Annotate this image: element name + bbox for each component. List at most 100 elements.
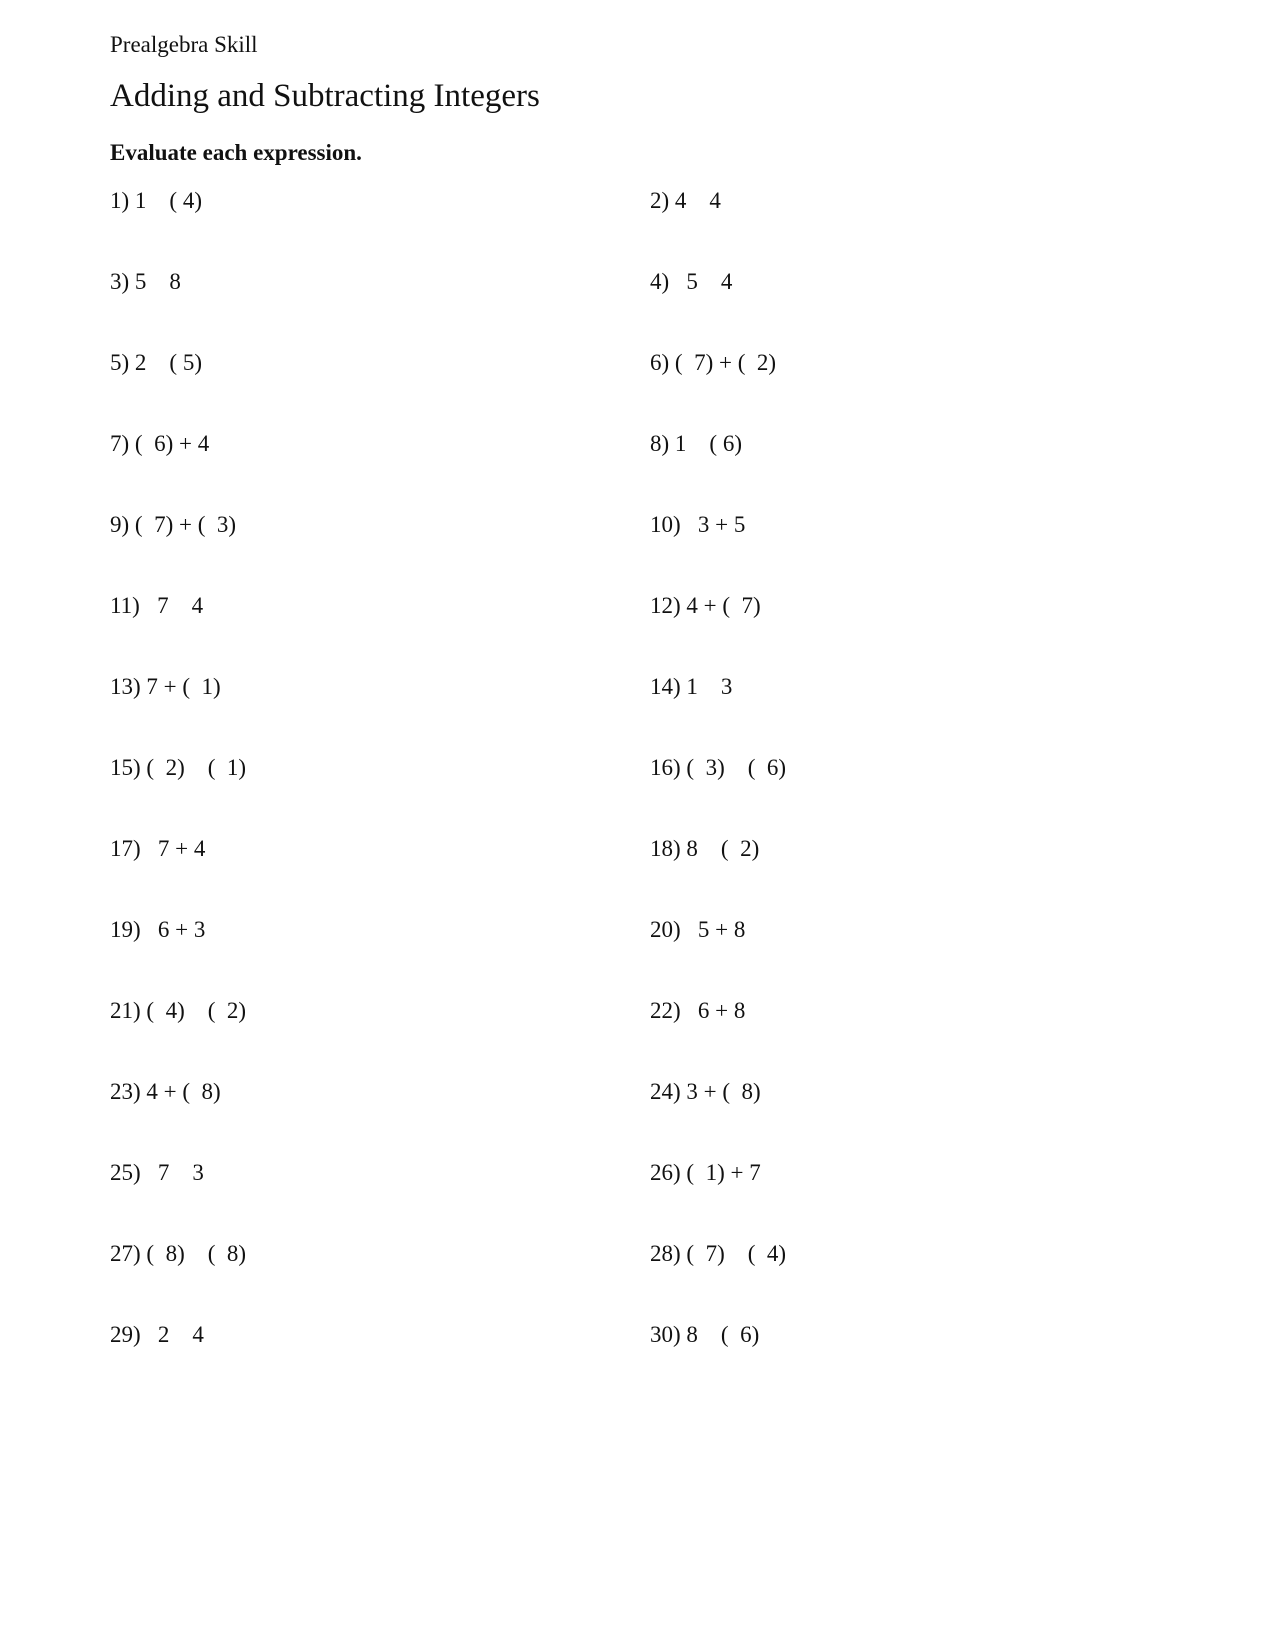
problem-item: 19) 6 + 3 bbox=[110, 917, 205, 943]
problem-number: 19) bbox=[110, 917, 141, 942]
problem-expression: 8 ( 6) bbox=[686, 1322, 760, 1347]
problem-expression: ( 1) + 7 bbox=[686, 1160, 761, 1185]
worksheet-instructions: Evaluate each expression. bbox=[110, 140, 362, 165]
problem-number: 26) bbox=[650, 1160, 681, 1185]
problem-item: 20) 5 + 8 bbox=[650, 917, 745, 943]
problem-item: 4) 5 4 bbox=[650, 269, 732, 295]
problem-number: 27) bbox=[110, 1241, 141, 1266]
problem-number: 4) bbox=[650, 269, 670, 294]
problem-expression: 4 + ( 8) bbox=[146, 1079, 221, 1104]
problem-item: 16) ( 3) ( 6) bbox=[650, 755, 786, 781]
problem-row: 29) 2 4 30) 8 ( 6) bbox=[110, 1322, 1210, 1403]
problem-item: 3) 5 8 bbox=[110, 269, 181, 295]
problem-number: 18) bbox=[650, 836, 681, 861]
problem-number: 28) bbox=[650, 1241, 681, 1266]
problem-number: 10) bbox=[650, 512, 681, 537]
problem-item: 26) ( 1) + 7 bbox=[650, 1160, 761, 1186]
problem-expression: 3 + 5 bbox=[686, 512, 746, 537]
problem-item: 1) 1 ( 4) bbox=[110, 188, 202, 214]
problem-expression: ( 8) ( 8) bbox=[146, 1241, 247, 1266]
problem-number: 15) bbox=[110, 755, 141, 780]
problem-expression: ( 7) + ( 2) bbox=[674, 350, 777, 375]
problem-item: 18) 8 ( 2) bbox=[650, 836, 759, 862]
problem-number: 14) bbox=[650, 674, 681, 699]
problem-expression: 7 4 bbox=[145, 593, 204, 618]
problem-expression: 5 4 bbox=[674, 269, 733, 294]
problem-expression: ( 2) ( 1) bbox=[146, 755, 247, 780]
problem-number: 12) bbox=[650, 593, 681, 618]
problem-expression: ( 7) ( 4) bbox=[686, 1241, 787, 1266]
problem-expression: ( 4) ( 2) bbox=[146, 998, 247, 1023]
problem-expression: 6 + 8 bbox=[686, 998, 746, 1023]
problem-row: 9) ( 7) + ( 3) 10) 3 + 5 bbox=[110, 512, 1210, 593]
problem-number: 20) bbox=[650, 917, 681, 942]
problem-expression: 5 8 bbox=[134, 269, 181, 294]
worksheet-title: Adding and Subtracting Integers bbox=[110, 78, 540, 114]
problem-row: 7) ( 6) + 4 8) 1 ( 6) bbox=[110, 431, 1210, 512]
problem-row: 1) 1 ( 4) 2) 4 4 bbox=[110, 188, 1210, 269]
problem-row: 15) ( 2) ( 1) 16) ( 3) ( 6) bbox=[110, 755, 1210, 836]
problem-expression: 8 ( 2) bbox=[686, 836, 760, 861]
problem-row: 3) 5 8 4) 5 4 bbox=[110, 269, 1210, 350]
problem-item: 11) 7 4 bbox=[110, 593, 203, 619]
problem-expression: ( 6) + 4 bbox=[134, 431, 210, 456]
problem-item: 30) 8 ( 6) bbox=[650, 1322, 759, 1348]
worksheet-subject: Prealgebra Skill bbox=[110, 32, 258, 57]
problem-expression: 3 + ( 8) bbox=[686, 1079, 761, 1104]
problem-expression: 6 + 3 bbox=[146, 917, 206, 942]
problem-number: 17) bbox=[110, 836, 141, 861]
problem-item: 10) 3 + 5 bbox=[650, 512, 745, 538]
problem-number: 13) bbox=[110, 674, 141, 699]
problem-number: 9) bbox=[110, 512, 130, 537]
problem-item: 9) ( 7) + ( 3) bbox=[110, 512, 236, 538]
problem-number: 23) bbox=[110, 1079, 141, 1104]
problem-row: 23) 4 + ( 8) 24) 3 + ( 8) bbox=[110, 1079, 1210, 1160]
problem-item: 23) 4 + ( 8) bbox=[110, 1079, 221, 1105]
problem-expression: 7 3 bbox=[146, 1160, 204, 1185]
problem-item: 25) 7 3 bbox=[110, 1160, 204, 1186]
problem-expression: 4 4 bbox=[674, 188, 721, 213]
problem-row: 21) ( 4) ( 2) 22) 6 + 8 bbox=[110, 998, 1210, 1079]
problem-row: 19) 6 + 3 20) 5 + 8 bbox=[110, 917, 1210, 998]
problem-row: 25) 7 3 26) ( 1) + 7 bbox=[110, 1160, 1210, 1241]
problem-number: 7) bbox=[110, 431, 130, 456]
problem-number: 1) bbox=[110, 188, 130, 213]
problem-number: 5) bbox=[110, 350, 130, 375]
problem-expression: 2 4 bbox=[146, 1322, 204, 1347]
problem-expression: 1 ( 6) bbox=[674, 431, 742, 456]
problem-number: 6) bbox=[650, 350, 670, 375]
problem-number: 30) bbox=[650, 1322, 681, 1347]
problem-expression: 4 + ( 7) bbox=[686, 593, 761, 618]
problem-item: 28) ( 7) ( 4) bbox=[650, 1241, 786, 1267]
problem-expression: 7 + ( 1) bbox=[146, 674, 221, 699]
problem-item: 21) ( 4) ( 2) bbox=[110, 998, 246, 1024]
problem-row: 11) 7 4 12) 4 + ( 7) bbox=[110, 593, 1210, 674]
problem-expression: ( 7) + ( 3) bbox=[134, 512, 237, 537]
problem-item: 14) 1 3 bbox=[650, 674, 732, 700]
problem-row: 5) 2 ( 5) 6) ( 7) + ( 2) bbox=[110, 350, 1210, 431]
problem-item: 6) ( 7) + ( 2) bbox=[650, 350, 776, 376]
problem-item: 13) 7 + ( 1) bbox=[110, 674, 221, 700]
problem-number: 25) bbox=[110, 1160, 141, 1185]
problem-item: 24) 3 + ( 8) bbox=[650, 1079, 761, 1105]
problem-expression: 2 ( 5) bbox=[134, 350, 202, 375]
problem-expression: 1 3 bbox=[686, 674, 733, 699]
problem-row: 17) 7 + 4 18) 8 ( 2) bbox=[110, 836, 1210, 917]
problem-item: 7) ( 6) + 4 bbox=[110, 431, 209, 457]
problem-number: 22) bbox=[650, 998, 681, 1023]
problem-item: 12) 4 + ( 7) bbox=[650, 593, 761, 619]
problem-number: 8) bbox=[650, 431, 670, 456]
problem-row: 13) 7 + ( 1) 14) 1 3 bbox=[110, 674, 1210, 755]
problem-number: 29) bbox=[110, 1322, 141, 1347]
problem-number: 24) bbox=[650, 1079, 681, 1104]
problem-number: 16) bbox=[650, 755, 681, 780]
problem-expression: ( 3) ( 6) bbox=[686, 755, 787, 780]
problem-list: 1) 1 ( 4) 2) 4 4 3) 5 8 4) 5 4 5) 2 ( 5) 6) (… bbox=[110, 188, 1210, 1403]
problem-item: 17) 7 + 4 bbox=[110, 836, 205, 862]
problem-number: 2) bbox=[650, 188, 670, 213]
problem-item: 29) 2 4 bbox=[110, 1322, 204, 1348]
problem-item: 15) ( 2) ( 1) bbox=[110, 755, 246, 781]
problem-expression: 5 + 8 bbox=[686, 917, 746, 942]
problem-item: 5) 2 ( 5) bbox=[110, 350, 202, 376]
problem-item: 22) 6 + 8 bbox=[650, 998, 745, 1024]
